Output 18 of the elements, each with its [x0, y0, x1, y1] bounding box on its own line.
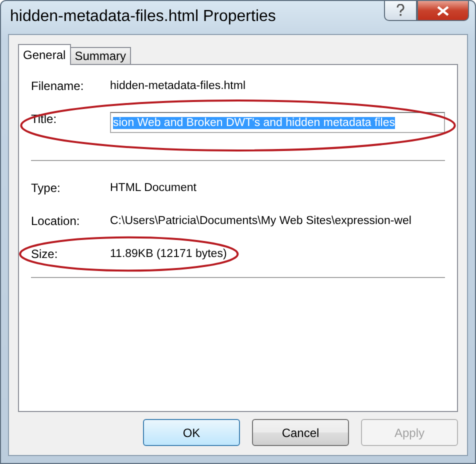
tab[interactable]: Summary: [70, 47, 132, 65]
field-label: Type:: [31, 181, 62, 195]
tab[interactable]: General: [18, 44, 71, 65]
close-button[interactable]: [417, 1, 469, 21]
dialog-button[interactable]: Cancel: [252, 419, 349, 446]
help-icon: [396, 4, 405, 17]
field-value: 11.89KB (12171 bytes): [110, 248, 227, 260]
field-value: C:\Users\Patricia\Documents\My Web Sites\expression-wel: [110, 215, 412, 227]
close-icon: [437, 6, 449, 16]
dialog-button[interactable]: OK: [143, 419, 240, 446]
field-label: Filename:: [31, 79, 85, 93]
field-text: sion Web and Broken DWT's and hidden metadata files: [113, 116, 395, 128]
window-title: hidden-metadata-files.html Properties: [10, 8, 276, 26]
help-button[interactable]: [384, 1, 417, 21]
field-label: Size:: [31, 247, 59, 261]
field-label: Location:: [31, 214, 81, 228]
field-value: HTML Document: [110, 182, 196, 194]
field-value: hidden-metadata-files.html: [110, 80, 246, 92]
